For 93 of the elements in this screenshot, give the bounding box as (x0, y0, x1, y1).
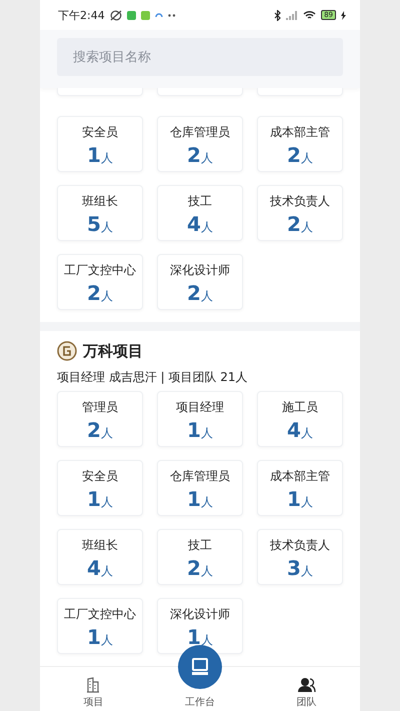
count-unit: 人 (100, 563, 113, 580)
role-name: 安全员 (82, 468, 118, 484)
role-card[interactable]: 项目经理 1人 (157, 391, 243, 447)
role-card[interactable]: 技工 2人 (157, 529, 243, 585)
role-card[interactable]: 安全员 1人 (57, 460, 143, 516)
building-icon (86, 677, 100, 693)
role-card[interactable]: 管理员 2人 (57, 391, 143, 447)
role-name: 管理员 (82, 399, 118, 415)
charging-icon (341, 10, 346, 20)
role-card[interactable]: 班组长 5人 (57, 185, 143, 241)
role-card[interactable]: 班组长 4人 (57, 529, 143, 585)
role-name: 成本部主管 (270, 124, 330, 140)
role-card[interactable]: 成本部主管 1人 (257, 460, 343, 516)
search-field[interactable]: 搜索项目名称 (57, 38, 343, 76)
member-count: 2 (187, 557, 201, 579)
member-count: 1 (187, 419, 201, 441)
role-card[interactable]: 工厂文控中心 1人 (57, 598, 143, 654)
role-name: 技工 (188, 537, 212, 553)
project-logo-icon (57, 341, 77, 361)
member-count: 1 (187, 488, 201, 510)
role-name: 成本部主管 (270, 468, 330, 484)
role-name: 班组长 (82, 537, 118, 553)
member-count: 1 (87, 626, 101, 648)
loading-icon (154, 11, 163, 19)
bluetooth-icon (274, 10, 282, 20)
role-card[interactable]: 仓库管理员 1人 (157, 460, 243, 516)
nav-tab[interactable]: 项目 (40, 667, 147, 711)
people-icon (298, 677, 316, 693)
count-unit: 人 (100, 219, 113, 236)
role-card[interactable]: 技工 4人 (157, 185, 243, 241)
member-count: 1 (87, 144, 101, 166)
count-unit: 人 (200, 563, 213, 580)
count-unit: 人 (200, 219, 213, 236)
count-unit: 人 (300, 150, 313, 167)
nav-tab[interactable]: 团队 (253, 667, 360, 711)
member-count: 2 (87, 282, 101, 304)
member-count: 1 (287, 488, 301, 510)
member-count: 4 (287, 419, 301, 441)
role-card[interactable]: 成本部主管 2人 (257, 116, 343, 172)
role-card[interactable]: 技术负责人 3人 (257, 529, 343, 585)
count-unit: 人 (300, 219, 313, 236)
count-unit: 人 (200, 150, 213, 167)
count-unit: 人 (100, 150, 113, 167)
count-unit: 人 (200, 288, 213, 305)
role-name: 工厂文控中心 (64, 262, 136, 278)
role-card[interactable]: 施工员 4人 (257, 391, 343, 447)
role-name: 工厂文控中心 (64, 606, 136, 622)
role-name: 技术负责人 (270, 193, 330, 209)
role-name: 仓库管理员 (170, 468, 230, 484)
role-name: 项目经理 (176, 399, 224, 415)
dots-icon (168, 14, 176, 16)
member-count: 3 (287, 557, 301, 579)
role-name: 仓库管理员 (170, 124, 230, 140)
computer-icon[interactable] (178, 645, 222, 689)
role-name: 安全员 (82, 124, 118, 140)
member-count: 2 (187, 144, 201, 166)
role-name: 班组长 (82, 193, 118, 209)
member-count: 4 (87, 557, 101, 579)
role-card[interactable]: 仓库管理员 2人 (157, 116, 243, 172)
count-unit: 人 (300, 425, 313, 442)
member-count: 2 (87, 419, 101, 441)
signal-icon (286, 10, 298, 20)
wifi-icon (303, 10, 316, 20)
role-card[interactable]: 技术负责人 2人 (257, 185, 343, 241)
role-card[interactable]: 工厂文控中心 2人 (57, 254, 143, 310)
member-count: 1 (187, 626, 201, 648)
project-summary: 项目经理 成吉思汗 | 项目团队 21人 (57, 369, 249, 386)
member-count: 2 (287, 213, 301, 235)
count-unit: 人 (100, 288, 113, 305)
role-name: 施工员 (282, 399, 318, 415)
count-unit: 人 (300, 563, 313, 580)
count-unit: 人 (100, 632, 113, 649)
role-name: 深化设计师 (170, 262, 230, 278)
count-unit: 人 (100, 494, 113, 511)
role-name: 深化设计师 (170, 606, 230, 622)
status-time: 下午2:44 (58, 8, 105, 22)
member-count: 2 (187, 282, 201, 304)
workbench-tab[interactable]: 工作台 (146, 667, 254, 711)
role-card[interactable]: 深化设计师 1人 (157, 598, 243, 654)
count-unit: 人 (200, 494, 213, 511)
count-unit: 人 (200, 425, 213, 442)
count-unit: 人 (300, 494, 313, 511)
count-unit: 人 (100, 425, 113, 442)
member-count: 5 (87, 213, 101, 235)
role-card[interactable]: 深化设计师 2人 (157, 254, 243, 310)
member-count: 2 (287, 144, 301, 166)
role-name: 技工 (188, 193, 212, 209)
role-name: 技术负责人 (270, 537, 330, 553)
count-unit: 人 (200, 632, 213, 649)
member-count: 1 (87, 488, 101, 510)
member-count: 4 (187, 213, 201, 235)
role-card[interactable]: 安全员 1人 (57, 116, 143, 172)
project-title: 万科项目 (83, 342, 143, 360)
